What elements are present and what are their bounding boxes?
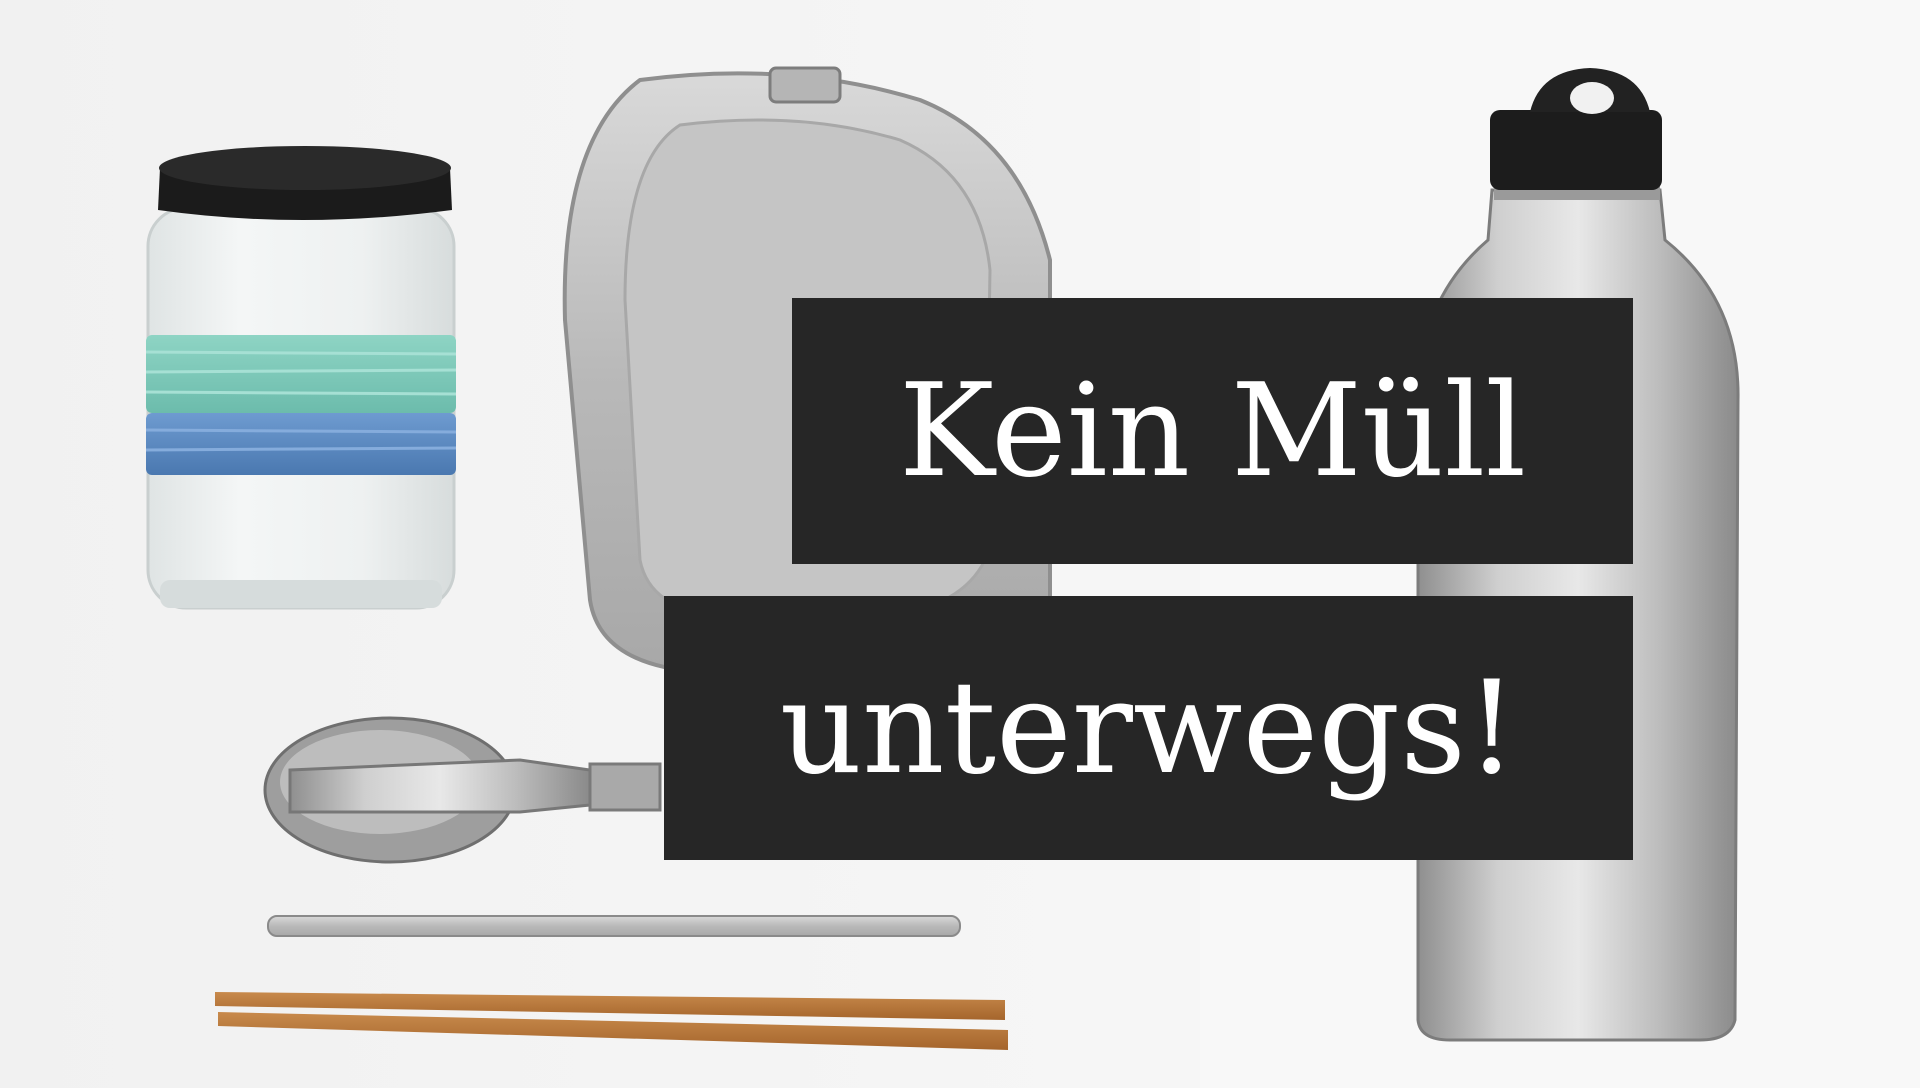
lunch-box-latch: [768, 66, 842, 104]
metal-straw: [267, 915, 961, 937]
glass-jar: [145, 146, 457, 610]
caption-line-2: unterwegs!: [664, 596, 1633, 860]
caption-line-2-text: unterwegs!: [779, 653, 1518, 803]
jar-lid: [158, 146, 452, 220]
caption-line-1-text: Kein Müll: [898, 356, 1527, 506]
caption-line-1: Kein Müll: [792, 298, 1633, 564]
